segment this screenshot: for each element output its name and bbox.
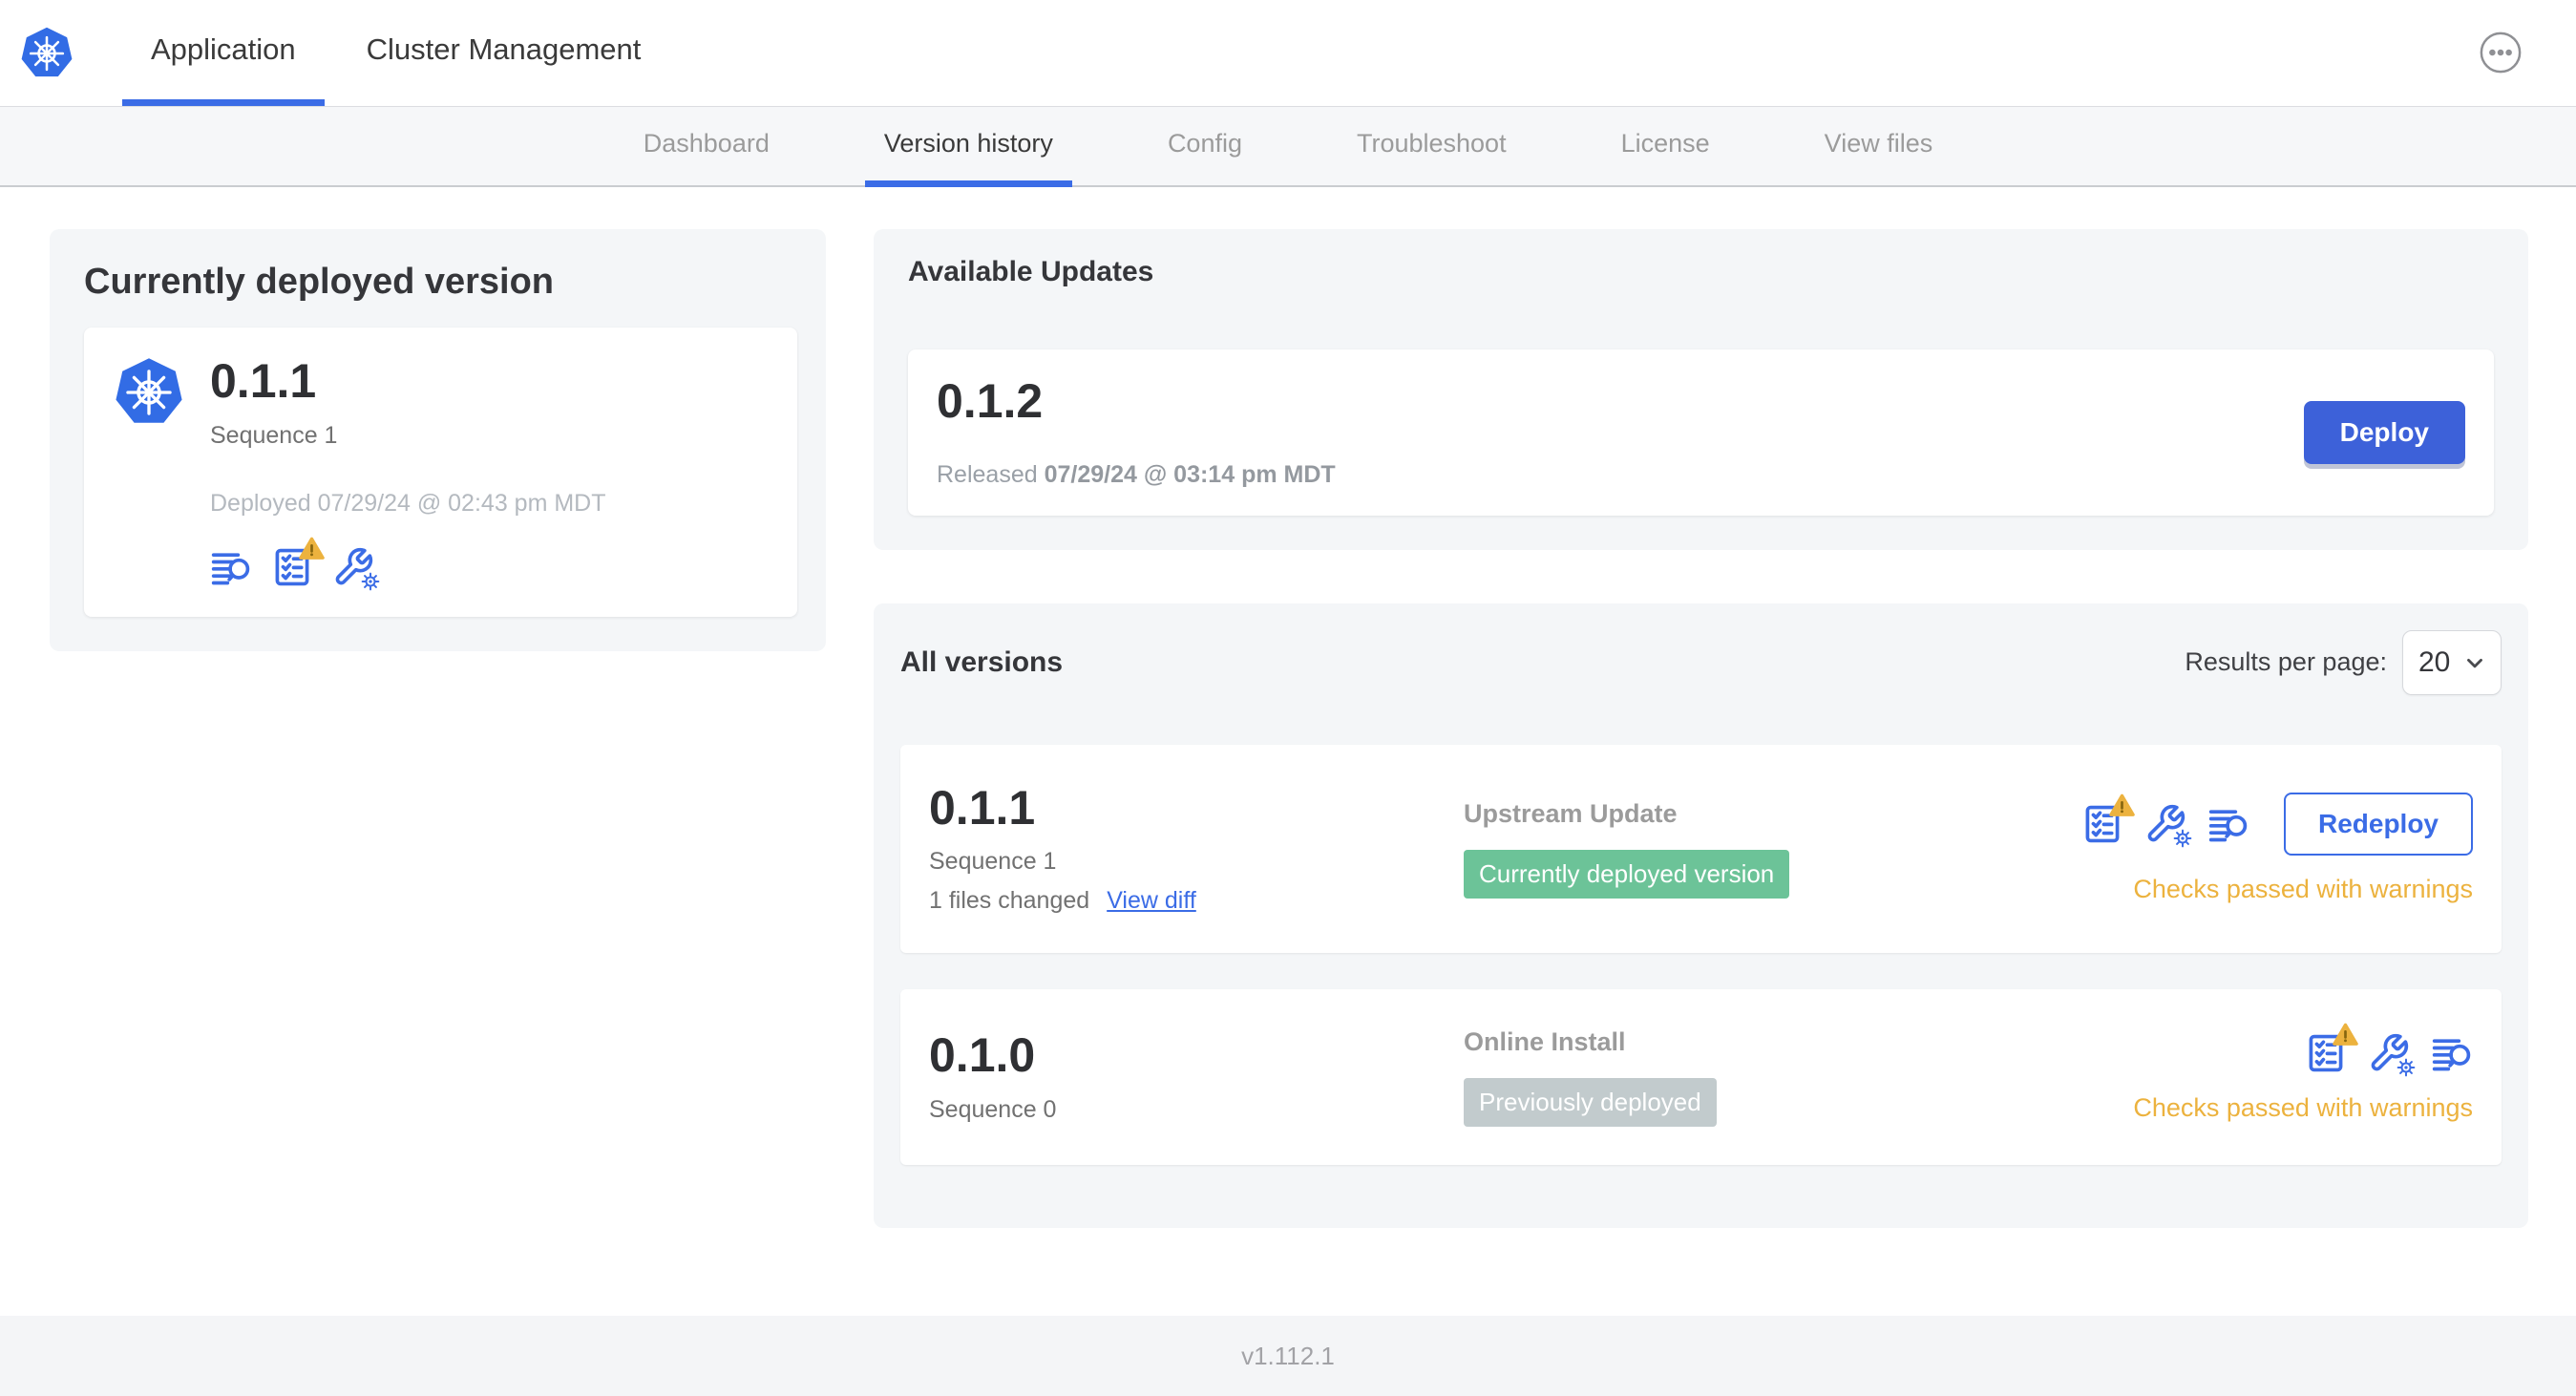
tab-troubleshoot[interactable]: Troubleshoot xyxy=(1338,107,1526,187)
app-version-label: v1.112.1 xyxy=(1241,1341,1335,1370)
available-updates-title: Available Updates xyxy=(908,256,1154,287)
all-versions-title: All versions xyxy=(900,645,1064,678)
deployment-status-badge: Currently deployed version xyxy=(1464,849,1790,899)
tab-version-history[interactable]: Version history xyxy=(864,107,1072,187)
tab-config[interactable]: Config xyxy=(1149,107,1261,187)
gear-icon xyxy=(2396,1056,2417,1078)
update-version-number: 0.1.2 xyxy=(937,374,1044,428)
version-sequence: Sequence 0 xyxy=(929,1095,1057,1123)
tab-license[interactable]: License xyxy=(1602,107,1729,187)
warning-triangle-icon xyxy=(2333,1023,2358,1046)
view-diff-link[interactable]: View diff xyxy=(1107,887,1196,915)
available-updates-panel: Available Updates 0.1.2 Released 07/29/2… xyxy=(874,229,2528,550)
deploy-logs-icon[interactable] xyxy=(2431,1032,2473,1074)
deploy-button[interactable]: Deploy xyxy=(2303,400,2465,464)
preflight-checks-icon[interactable] xyxy=(271,537,325,588)
tab-application[interactable]: Application xyxy=(122,0,325,106)
version-source-label: Online Install xyxy=(1464,1027,1626,1056)
footer: v1.112.1 xyxy=(0,1316,2576,1396)
currently-deployed-title: Currently deployed version xyxy=(84,262,555,302)
redeploy-button[interactable]: Redeploy xyxy=(2283,793,2473,857)
chevron-down-icon xyxy=(2467,658,2482,667)
config-icon[interactable] xyxy=(2368,1032,2417,1078)
version-number: 0.1.1 xyxy=(929,780,1036,835)
gear-icon xyxy=(360,570,381,592)
preflight-checks-icon[interactable] xyxy=(2305,1023,2358,1074)
app-icon xyxy=(114,356,184,425)
top-nav: Application Cluster Management xyxy=(0,0,2576,107)
config-icon[interactable] xyxy=(332,546,381,592)
update-released-at: Released 07/29/24 @ 03:14 pm MDT xyxy=(937,460,1336,488)
page: Application Cluster Management Dashboard… xyxy=(0,0,2576,1396)
results-per-page-select[interactable]: 20 xyxy=(2402,629,2502,695)
overflow-menu-button[interactable] xyxy=(2479,31,2523,74)
version-row: 0.1.0 Sequence 0 Online Install Previous… xyxy=(900,989,2502,1165)
gear-icon xyxy=(2171,828,2193,850)
files-changed: 1 files changed xyxy=(929,887,1090,914)
deploy-logs-icon[interactable] xyxy=(2207,803,2249,845)
kubernetes-logo-icon xyxy=(20,25,74,78)
update-card: 0.1.2 Released 07/29/24 @ 03:14 pm MDT D… xyxy=(908,349,2494,516)
version-number: 0.1.0 xyxy=(929,1028,1036,1083)
results-per-page-label: Results per page: xyxy=(2185,647,2387,676)
sub-nav: Dashboard Version history Config Trouble… xyxy=(0,107,2576,187)
current-version-deployed-at: Deployed 07/29/24 @ 02:43 pm MDT xyxy=(210,489,606,517)
current-version-number: 0.1.1 xyxy=(210,354,317,408)
current-version-sequence: Sequence 1 xyxy=(210,421,338,449)
warning-triangle-icon xyxy=(2109,793,2135,817)
tab-dashboard[interactable]: Dashboard xyxy=(624,107,789,187)
currently-deployed-panel: Currently deployed version 0.1.1 Sequenc… xyxy=(50,229,826,651)
deploy-logs-icon[interactable] xyxy=(210,546,252,588)
current-version-card: 0.1.1 Sequence 1 Deployed 07/29/24 @ 02:… xyxy=(84,328,797,617)
version-sequence: Sequence 1 xyxy=(929,848,1057,875)
tab-view-files[interactable]: View files xyxy=(1805,107,1953,187)
warning-triangle-icon xyxy=(299,537,325,560)
version-row: 0.1.1 Sequence 1 1 files changed View di… xyxy=(900,744,2502,953)
config-icon[interactable] xyxy=(2144,803,2193,850)
version-source-label: Upstream Update xyxy=(1464,798,1678,828)
current-version-actions xyxy=(210,537,606,592)
all-versions-panel: All versions Results per page: 20 0.1.1 … xyxy=(874,603,2528,1228)
overflow-menu-icon xyxy=(2480,32,2522,74)
preflight-checks-icon[interactable] xyxy=(2081,793,2135,845)
main-content: Currently deployed version 0.1.1 Sequenc… xyxy=(0,187,2576,1316)
tab-cluster-management[interactable]: Cluster Management xyxy=(338,0,670,106)
topnav-tabs: Application Cluster Management xyxy=(122,0,669,106)
preflight-status-text: Checks passed with warnings xyxy=(2133,875,2473,904)
preflight-status-text: Checks passed with warnings xyxy=(2133,1092,2473,1122)
deployment-status-badge: Previously deployed xyxy=(1464,1078,1717,1127)
